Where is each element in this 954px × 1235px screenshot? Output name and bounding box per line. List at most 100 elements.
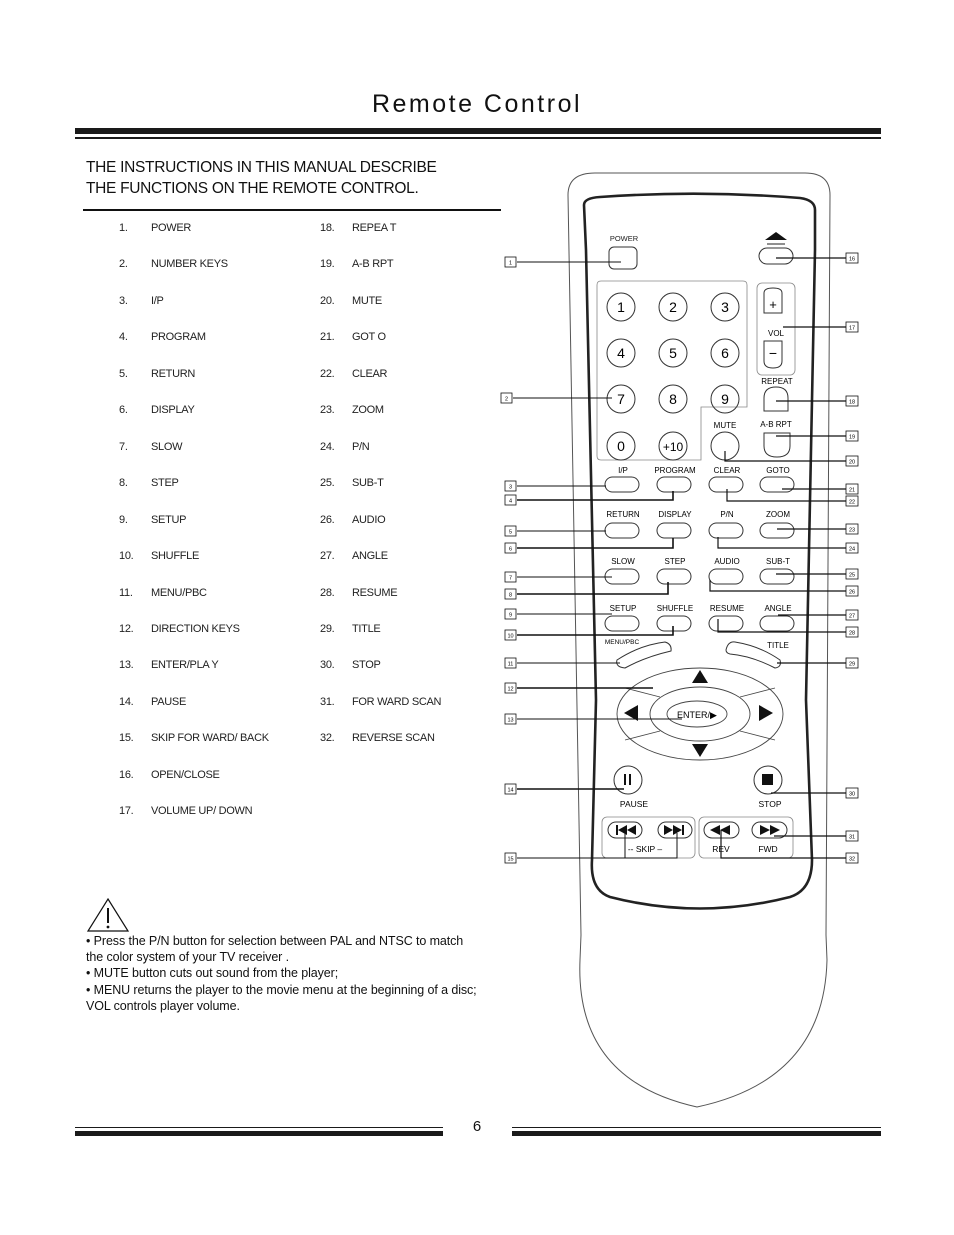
step-label: STEP — [665, 557, 686, 566]
program-label: PROGRAM — [654, 466, 696, 475]
footer-rule-right-thin — [512, 1127, 881, 1128]
reverse-scan-icon — [710, 825, 730, 835]
callout-number: 5 — [509, 530, 512, 536]
callout-line — [517, 538, 674, 549]
callout-number: 15 — [507, 857, 513, 863]
eject-icon — [765, 232, 787, 240]
callout-line — [724, 451, 846, 462]
callout-number: 8 — [509, 593, 512, 599]
number-key-label: 6 — [721, 345, 729, 361]
number-key-label: +10 — [663, 440, 684, 454]
callout-number: 6 — [509, 547, 512, 553]
ip-button[interactable] — [604, 476, 640, 493]
callout-number: 24 — [849, 547, 855, 553]
callout-number: 4 — [509, 499, 512, 505]
footer-rule-left-thick — [75, 1131, 443, 1136]
callout-number: 2 — [505, 397, 508, 403]
callout-number: 31 — [849, 835, 855, 841]
callout-number: 29 — [849, 662, 855, 668]
number-keys: 1 2 3 4 5 6 7 8 9 0 +10 — [606, 292, 740, 461]
goto-button[interactable] — [759, 476, 795, 493]
ab-rpt-label: A-B RPT — [760, 420, 792, 429]
pn-label: P/N — [720, 510, 734, 519]
repeat-button[interactable] — [763, 386, 789, 412]
callout-number: 30 — [849, 792, 855, 798]
footer-rule-left-thin — [75, 1127, 443, 1128]
callout-line — [720, 830, 846, 859]
vol-label: VOL — [768, 329, 785, 338]
menu-pbc-label: MENU/PBC — [605, 639, 640, 646]
callout-line — [717, 619, 846, 633]
number-key-label: 1 — [617, 299, 625, 315]
callout-number: 20 — [849, 460, 855, 466]
callout-number: 27 — [849, 614, 855, 620]
volume-minus-icon: − — [769, 345, 777, 361]
callout-number: 22 — [849, 500, 855, 506]
setup-label: SETUP — [610, 604, 637, 613]
zoom-label: ZOOM — [766, 510, 790, 519]
skip-back-icon — [616, 825, 636, 835]
number-key-label: 8 — [669, 391, 677, 407]
callout-number: 19 — [849, 435, 855, 441]
number-key-label: 3 — [721, 299, 729, 315]
number-key-label: 9 — [721, 391, 729, 407]
zoom-button[interactable] — [759, 522, 795, 539]
power-button[interactable] — [608, 246, 638, 270]
angle-label: ANGLE — [764, 604, 791, 613]
step-button[interactable] — [656, 568, 692, 585]
callout-number: 12 — [507, 687, 513, 693]
skip-forward-icon — [664, 825, 684, 835]
fwd-label: FWD — [758, 844, 777, 854]
audio-button[interactable] — [708, 568, 744, 585]
return-label: RETURN — [606, 510, 640, 519]
callout-number: 7 — [509, 576, 512, 582]
callout-number: 23 — [849, 528, 855, 534]
stop-icon — [762, 774, 773, 785]
callout-line — [717, 537, 846, 549]
clear-label: CLEAR — [714, 466, 741, 475]
down-arrow-icon — [692, 744, 708, 757]
goto-label: GOTO — [766, 466, 789, 475]
stop-label: STOP — [759, 799, 782, 809]
display-label: DISPLAY — [658, 510, 692, 519]
callout-number: 11 — [508, 662, 514, 668]
callout-number: 9 — [509, 613, 512, 619]
shuffle-button[interactable] — [656, 615, 692, 632]
setup-button[interactable] — [604, 615, 640, 632]
number-key-label: 5 — [669, 345, 677, 361]
number-key-label: 7 — [617, 391, 625, 407]
callout-number: 10 — [507, 634, 513, 640]
subt-button[interactable] — [759, 568, 795, 585]
pause-label: PAUSE — [620, 799, 649, 809]
resume-button[interactable] — [708, 615, 744, 632]
enter-label: ENTER/▶ — [677, 710, 717, 720]
open-close-button[interactable] — [758, 247, 794, 265]
callout-number: 25 — [849, 573, 855, 579]
mute-label: MUTE — [714, 421, 737, 430]
pn-button[interactable] — [708, 522, 744, 539]
number-key-label: 2 — [669, 299, 677, 315]
remote-diagram: POWER 1 2 34 5 67 8 90 +10 + VOL − REPEAT A-B R… — [500, 172, 859, 1108]
page-number: 6 — [472, 1118, 482, 1135]
program-button[interactable] — [656, 476, 692, 493]
slow-label: SLOW — [611, 557, 635, 566]
angle-button[interactable] — [759, 615, 795, 632]
resume-label: RESUME — [710, 604, 744, 613]
up-arrow-icon — [692, 670, 708, 683]
callout-number: 1 — [509, 261, 512, 267]
callout-number: 3 — [509, 485, 512, 491]
skip-label: -- SKIP – — [628, 844, 663, 854]
callout-line — [709, 580, 846, 592]
callout-number: 13 — [507, 718, 513, 724]
display-button[interactable] — [656, 522, 692, 539]
callout-number: 26 — [849, 590, 855, 596]
callout-number: 16 — [849, 257, 855, 263]
callout-number: 17 — [849, 326, 855, 332]
footer-rule-right-thick — [512, 1131, 881, 1136]
callout-line — [517, 491, 674, 501]
clear-button[interactable] — [708, 476, 744, 493]
number-key-label: 4 — [617, 345, 625, 361]
right-arrow-icon — [759, 705, 773, 721]
return-button[interactable] — [604, 522, 640, 539]
callout-number: 21 — [849, 488, 855, 494]
